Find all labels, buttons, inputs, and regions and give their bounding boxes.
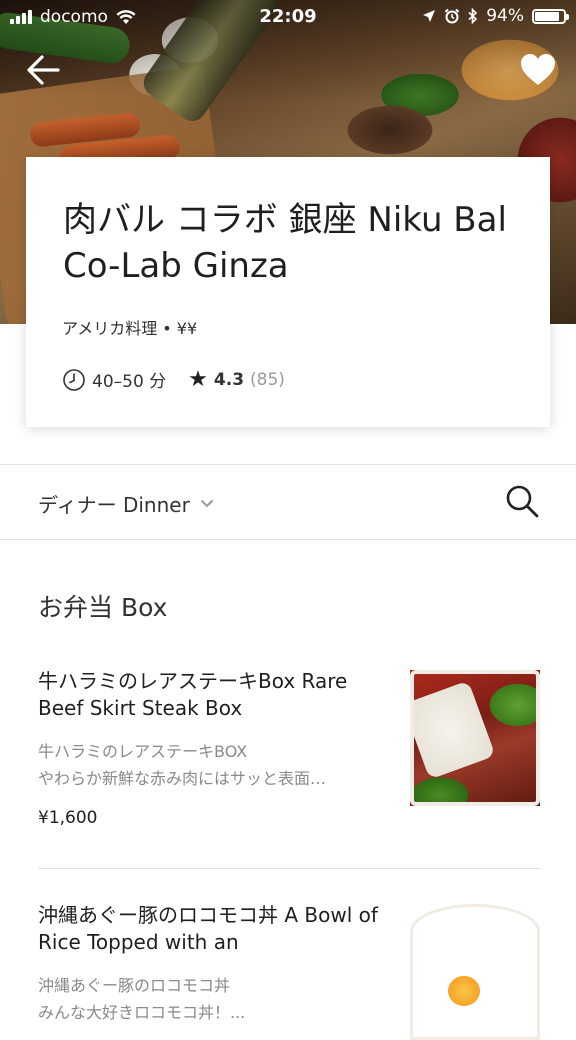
status-right: 94% bbox=[422, 6, 569, 26]
menu-item-name: 牛ハラミのレアステーキBox Rare Beef Skirt Steak Box bbox=[38, 669, 348, 720]
menu-dropdown[interactable]: ディナー Dinner bbox=[38, 489, 214, 518]
favorite-button[interactable] bbox=[518, 50, 558, 90]
restaurant-category-price: アメリカ料理 • ¥¥ bbox=[62, 319, 198, 338]
back-button[interactable] bbox=[22, 52, 64, 88]
star-icon: ★ bbox=[188, 367, 208, 392]
delivery-time: 40–50 分 bbox=[92, 372, 167, 392]
chevron-down-icon bbox=[200, 499, 213, 507]
menu-item-description: 牛ハラミのレアステーキBOX やわらか新鮮な赤み肉にはサッと表面… bbox=[38, 738, 378, 792]
clock-icon bbox=[63, 368, 85, 391]
menu-item-photo bbox=[410, 904, 540, 1040]
search-button[interactable] bbox=[504, 483, 540, 519]
arrow-left-icon bbox=[27, 55, 60, 85]
restaurant-stats: 40–50 分 ★ 4.3 (85) bbox=[62, 367, 285, 392]
section-title: お弁当 Box bbox=[38, 593, 168, 622]
battery-percent: 94% bbox=[486, 6, 524, 26]
bluetooth-icon bbox=[468, 8, 478, 24]
menu-item-photo bbox=[410, 670, 540, 806]
battery-fill bbox=[535, 11, 559, 21]
menu-item-description-line: 牛ハラミのレアステーキBOX bbox=[38, 742, 248, 761]
menu-item-description-line: みんな大好きロコモコ丼！... bbox=[38, 1003, 246, 1022]
tray bbox=[410, 670, 540, 806]
battery-icon bbox=[532, 8, 569, 24]
restaurant-info-card: 肉バル コラボ 銀座 Niku Bal Co-Lab Ginza アメリカ料理 … bbox=[26, 157, 550, 427]
restaurant-name: 肉バル コラボ 銀座 Niku Bal Co-Lab Ginza bbox=[63, 200, 507, 286]
menu-item-description-line: 沖縄あぐー豚のロコモコ丼 bbox=[38, 976, 231, 995]
menu-selector-bar: ディナー Dinner bbox=[0, 464, 576, 540]
menu-item-name: 沖縄あぐー豚のロコモコ丼 A Bowl of Rice Topped with … bbox=[38, 903, 378, 954]
location-arrow-icon bbox=[423, 10, 436, 22]
menu-item[interactable]: 牛ハラミのレアステーキBox Rare Beef Skirt Steak Box… bbox=[38, 668, 540, 828]
menu-item-description: 沖縄あぐー豚のロコモコ丼 みんな大好きロコモコ丼！... bbox=[38, 972, 378, 1026]
heart-icon bbox=[521, 54, 555, 85]
bowl-rim bbox=[410, 904, 540, 1040]
status-bar: docomo 22:09 94% bbox=[0, 0, 576, 34]
item-divider bbox=[38, 868, 540, 869]
search-icon bbox=[506, 485, 539, 518]
alarm-icon bbox=[444, 8, 460, 24]
menu-item-price: ¥1,600 bbox=[38, 808, 98, 828]
menu-item-description-line: やわらか新鮮な赤み肉にはサッと表面… bbox=[38, 769, 327, 788]
menu-dropdown-label: ディナー Dinner bbox=[38, 493, 190, 517]
rating-count: (85) bbox=[250, 369, 285, 390]
menu-item[interactable]: 沖縄あぐー豚のロコモコ丼 A Bowl of Rice Topped with … bbox=[38, 902, 540, 1040]
rating-value: 4.3 bbox=[213, 369, 245, 390]
